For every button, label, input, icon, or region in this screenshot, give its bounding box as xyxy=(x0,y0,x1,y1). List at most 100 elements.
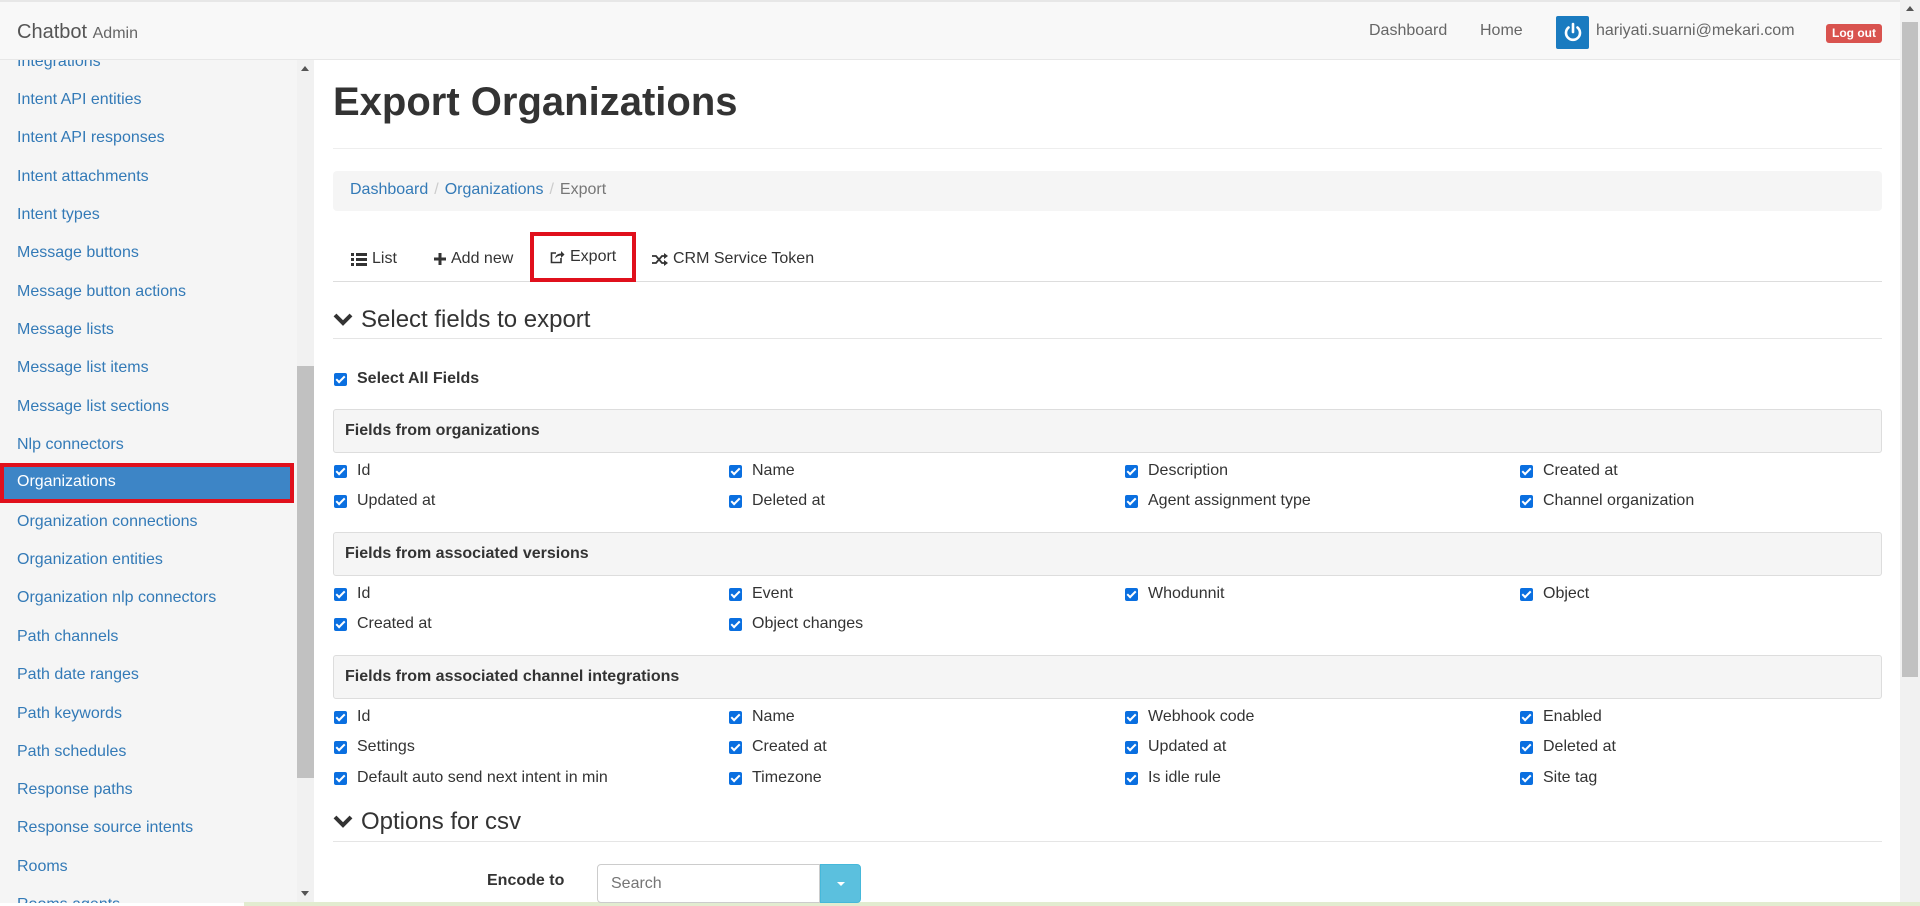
field-checkbox[interactable]: Site tag xyxy=(1520,769,1597,787)
encode-dropdown-button[interactable] xyxy=(820,864,861,903)
field-checkbox[interactable]: Id xyxy=(334,462,370,480)
page-scroll-up-arrow-icon[interactable] xyxy=(1906,6,1914,11)
select-fields-heading: Select fields to export xyxy=(361,306,591,333)
chevron-down-icon xyxy=(333,815,353,828)
sidebar-item-path-date-ranges[interactable]: Path date ranges xyxy=(0,656,294,694)
field-checkbox[interactable]: Updated at xyxy=(334,492,435,510)
sidebar-item-organization-connections[interactable]: Organization connections xyxy=(0,503,294,541)
field-checkbox[interactable]: Agent assignment type xyxy=(1125,492,1311,510)
field-label: Default auto send next intent in min xyxy=(357,769,608,786)
sidebar-item-path-schedules[interactable]: Path schedules xyxy=(0,733,294,771)
sidebar-item-message-lists[interactable]: Message lists xyxy=(0,311,294,349)
field-checkbox[interactable]: Enabled xyxy=(1520,708,1602,726)
checkbox-checked-icon xyxy=(334,771,347,785)
field-checkbox[interactable]: Created at xyxy=(1520,462,1618,480)
field-checkbox[interactable]: Description xyxy=(1125,462,1228,480)
field-checkbox[interactable]: Created at xyxy=(334,615,432,633)
field-label: Object changes xyxy=(752,615,864,632)
select-all-label: Select All Fields xyxy=(357,370,480,387)
field-checkbox[interactable]: Id xyxy=(334,585,370,603)
page-scrollbar-thumb[interactable] xyxy=(1902,22,1918,677)
tab-list[interactable]: List xyxy=(351,236,397,282)
user-avatar[interactable] xyxy=(1556,16,1589,49)
tab-export[interactable]: Export xyxy=(530,232,637,282)
sidebar-item-intent-types[interactable]: Intent types xyxy=(0,196,294,234)
field-checkbox[interactable]: Settings xyxy=(334,738,415,756)
checkbox-checked-icon xyxy=(334,740,347,754)
field-checkbox[interactable]: Deleted at xyxy=(729,492,825,510)
sidebar-item-rooms[interactable]: Rooms xyxy=(0,848,294,886)
user-email[interactable]: hariyati.suarni@mekari.com xyxy=(1596,22,1795,40)
sidebar-item-path-keywords[interactable]: Path keywords xyxy=(0,695,294,733)
field-checkbox[interactable]: Webhook code xyxy=(1125,708,1254,726)
group-header-versions: Fields from associated versions xyxy=(333,532,1882,576)
sidebar-item-message-buttons[interactable]: Message buttons xyxy=(0,234,294,272)
title-divider xyxy=(333,148,1882,149)
checkbox-checked-icon xyxy=(729,494,742,508)
checkbox-checked-icon xyxy=(334,464,347,478)
page-title: Export Organizations xyxy=(333,80,738,124)
chevron-down-icon xyxy=(333,313,353,326)
tab-add-new[interactable]: Add new xyxy=(434,236,513,282)
sidebar-scrollbar-thumb[interactable] xyxy=(297,366,314,778)
tab-crm-service-token[interactable]: CRM Service Token xyxy=(652,236,814,282)
checkbox-checked-icon xyxy=(334,587,347,601)
nav-dashboard-link[interactable]: Dashboard xyxy=(1369,22,1447,40)
field-label: Channel organization xyxy=(1543,492,1695,509)
sidebar-item-intent-api-entities[interactable]: Intent API entities xyxy=(0,81,294,119)
field-checkbox[interactable]: Whodunnit xyxy=(1125,585,1225,603)
logout-button[interactable]: Log out xyxy=(1826,24,1882,43)
sidebar-item-path-channels[interactable]: Path channels xyxy=(0,618,294,656)
field-checkbox[interactable]: Default auto send next intent in min xyxy=(334,769,608,787)
breadcrumb-organizations[interactable]: Organizations xyxy=(445,181,544,198)
checkbox-checked-icon xyxy=(1520,494,1533,508)
field-checkbox[interactable]: Updated at xyxy=(1125,738,1226,756)
sidebar-item-organization-entities[interactable]: Organization entities xyxy=(0,541,294,579)
field-checkbox[interactable]: Created at xyxy=(729,738,827,756)
field-checkbox[interactable]: Deleted at xyxy=(1520,738,1616,756)
sidebar-item-intent-api-responses[interactable]: Intent API responses xyxy=(0,119,294,157)
sidebar-item-nlp-connectors[interactable]: Nlp connectors xyxy=(0,426,294,464)
field-label: Agent assignment type xyxy=(1148,492,1311,509)
select-all-checkbox[interactable]: Select All Fields xyxy=(334,370,479,388)
field-checkbox[interactable]: Is idle rule xyxy=(1125,769,1221,787)
plus-icon xyxy=(434,253,446,265)
field-label: Id xyxy=(357,585,371,602)
sidebar-item-organization-nlp-connectors[interactable]: Organization nlp connectors xyxy=(0,579,294,617)
brand-logo[interactable]: Chatbot Admin xyxy=(17,21,138,44)
field-checkbox[interactable]: Name xyxy=(729,708,795,726)
sidebar-item-message-list-items[interactable]: Message list items xyxy=(0,349,294,387)
nav-home-link[interactable]: Home xyxy=(1480,22,1523,40)
scroll-down-arrow-icon[interactable] xyxy=(301,891,309,896)
field-checkbox[interactable]: Id xyxy=(334,708,370,726)
sidebar-item-intent-attachments[interactable]: Intent attachments xyxy=(0,158,294,196)
field-label: Created at xyxy=(752,738,827,755)
select-fields-toggle[interactable]: Select fields to export xyxy=(333,306,590,334)
field-checkbox[interactable]: Channel organization xyxy=(1520,492,1694,510)
csv-options-toggle[interactable]: Options for csv xyxy=(333,808,521,836)
field-checkbox[interactable]: Object xyxy=(1520,585,1589,603)
sidebar-item-response-paths[interactable]: Response paths xyxy=(0,771,294,809)
field-checkbox[interactable]: Name xyxy=(729,462,795,480)
sidebar-item-organizations[interactable]: Organizations xyxy=(0,463,294,503)
field-checkbox[interactable]: Timezone xyxy=(729,769,822,787)
breadcrumb-dashboard[interactable]: Dashboard xyxy=(350,181,428,198)
encode-search-input[interactable] xyxy=(597,864,820,903)
scroll-up-arrow-icon[interactable] xyxy=(301,66,309,71)
breadcrumb-separator: / xyxy=(434,181,439,198)
checkbox-checked-icon xyxy=(334,617,347,631)
sidebar-item-message-list-sections[interactable]: Message list sections xyxy=(0,388,294,426)
checkbox-checked-icon xyxy=(1520,771,1533,785)
tab-crm-label: CRM Service Token xyxy=(673,250,815,267)
sidebar-item-response-source-intents[interactable]: Response source intents xyxy=(0,809,294,847)
sidebar-item-integrations[interactable]: Integrations xyxy=(0,60,294,81)
sidebar-item-rooms-agents[interactable]: Rooms agents xyxy=(0,886,294,903)
csv-options-heading: Options for csv xyxy=(361,808,522,835)
field-label: Whodunnit xyxy=(1148,585,1225,602)
field-label: Timezone xyxy=(752,769,822,786)
brand-subtitle: Admin xyxy=(92,25,138,42)
sidebar-item-message-button-actions[interactable]: Message button actions xyxy=(0,273,294,311)
field-label: Name xyxy=(752,708,795,725)
field-checkbox[interactable]: Object changes xyxy=(729,615,863,633)
field-checkbox[interactable]: Event xyxy=(729,585,793,603)
